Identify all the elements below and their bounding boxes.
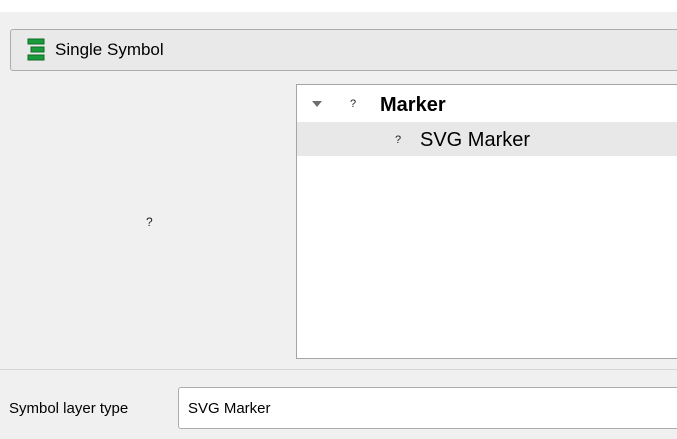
tree-item-svg-marker[interactable]: ? SVG Marker xyxy=(297,122,677,156)
divider xyxy=(0,369,677,370)
tree-item-label: Marker xyxy=(380,94,446,116)
symbol-preview-placeholder: ? xyxy=(146,215,153,229)
symbol-layer-type-label: Symbol layer type xyxy=(9,400,129,417)
renderer-type-label: Single Symbol xyxy=(55,40,164,59)
expand-arrow-icon[interactable] xyxy=(312,101,322,107)
symbol-layer-tree[interactable]: ? Marker ? SVG Marker xyxy=(296,84,677,359)
renderer-type-dropdown[interactable]: Single Symbol xyxy=(10,29,677,71)
top-strip xyxy=(0,0,677,12)
symbol-layer-type-dropdown[interactable]: SVG Marker xyxy=(178,387,677,429)
tree-item-label: SVG Marker xyxy=(420,129,531,151)
symbol-layer-type-value: SVG Marker xyxy=(188,400,271,417)
marker-icon: ? xyxy=(350,98,357,110)
tree-item-marker[interactable]: ? Marker xyxy=(297,88,677,122)
svg-marker-icon: ? xyxy=(395,134,402,146)
single-symbol-icon xyxy=(26,38,46,62)
